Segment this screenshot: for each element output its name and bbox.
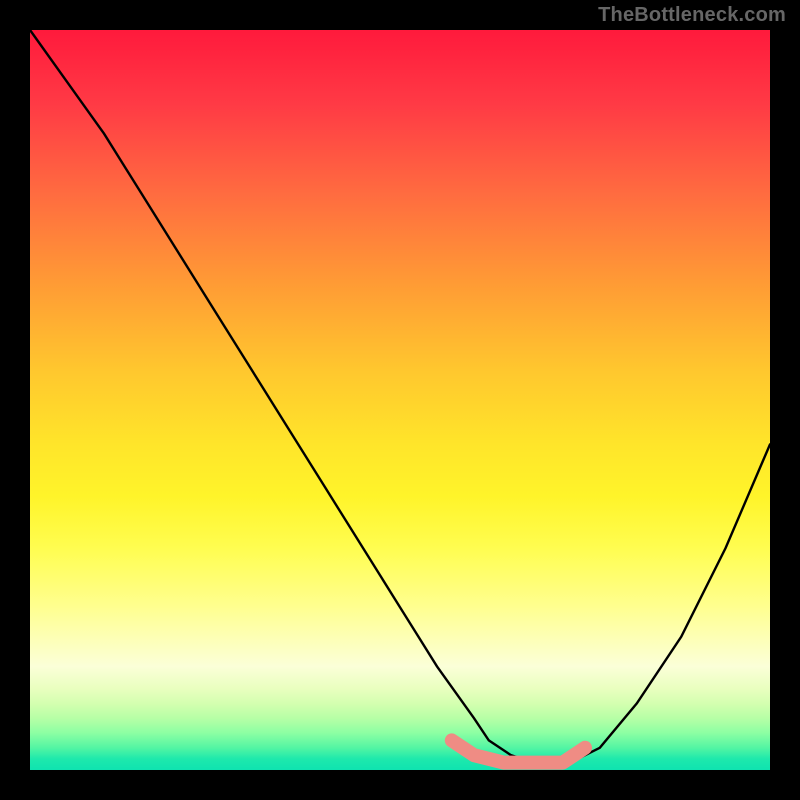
highlight-line: [452, 740, 585, 762]
plot-area: [30, 30, 770, 770]
watermark-text: TheBottleneck.com: [598, 4, 786, 27]
chart-frame: TheBottleneck.com: [0, 0, 800, 800]
curve-line: [30, 30, 770, 763]
chart-svg: [30, 30, 770, 770]
